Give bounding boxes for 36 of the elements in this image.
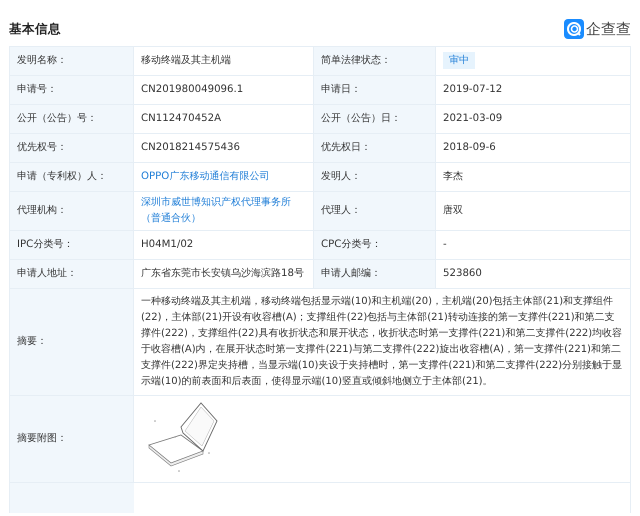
field-label: 发明人： — [321, 171, 361, 182]
field-value: 523860 — [443, 268, 482, 279]
section-title: 基本信息 — [9, 20, 61, 38]
field-label: 摘要附图： — [17, 433, 67, 444]
field-value: 2018-09-6 — [443, 142, 496, 153]
field-label: 代理机构： — [17, 205, 67, 216]
logo-text: 企查查 — [586, 20, 631, 38]
field-label: IPC分类号： — [17, 239, 74, 250]
field-label: 优先权日： — [321, 142, 371, 153]
field-value: 移动终端及其主机端 — [141, 55, 231, 66]
field-label: 申请（专利权）人： — [17, 171, 107, 182]
field-label: CPC分类号： — [321, 239, 382, 250]
field-label: 发明名称： — [17, 55, 67, 66]
logo-icon — [564, 19, 584, 39]
field-value: 2021-03-09 — [443, 113, 502, 124]
field-value: - — [443, 239, 447, 250]
field-value: H04M1/02 — [141, 239, 194, 250]
field-value: 广东省东莞市长安镇乌沙海滨路18号 — [141, 268, 304, 279]
status-badge: 审中 — [443, 52, 475, 69]
field-value: 2019-07-12 — [443, 84, 502, 95]
field-label: 简单法律状态： — [321, 55, 391, 66]
field-value: 李杰 — [443, 171, 463, 182]
abstract-text: 一种移动终端及其主机端，移动终端包括显示端(10)和主机端(20)，主机端(20)包括主体部(21)和支撑组件(22)，主体部(21)开设有收容槽(A)；支撑组件(22)包括与主体部(21)转动连接的第一支撑件(221)和第二支撑件(222)，支撑组件(22)具有收折状态和展开状态，收折状态时第一支撑件(221)和第二支撑件(222)均收容于收容槽(A)内，在展开状态时第一支撑件(221)与第二支撑件(222)旋出收容槽(A)，第一支撑件(221)和第二支撑件(222)界定夹持槽，当显示端(10)夹设于夹持槽时，第一支撑件(221)和第二支撑件(222)分别接触于显示端(10)的前表面和后表面，使得显示端(10)竖直或倾斜地侧立于主体部(21)。 — [141, 294, 623, 389]
field-label: 申请号： — [17, 84, 57, 95]
field-value: CN112470452A — [141, 113, 222, 124]
field-label: 公开（公告）日： — [321, 113, 401, 124]
field-label: 申请人地址： — [17, 268, 77, 279]
field-label: 代理人： — [321, 205, 361, 216]
field-value: 唐双 — [443, 205, 463, 216]
field-label: 申请日： — [321, 84, 361, 95]
field-label: 申请人邮编： — [321, 268, 381, 279]
field-label: 公开（公告）号： — [17, 113, 97, 124]
field-label: 摘要： — [17, 336, 47, 347]
field-value: CN201980049096.1 — [141, 84, 244, 95]
field-label: 优先权号： — [17, 142, 67, 153]
field-value: CN2018214575436 — [141, 142, 240, 153]
